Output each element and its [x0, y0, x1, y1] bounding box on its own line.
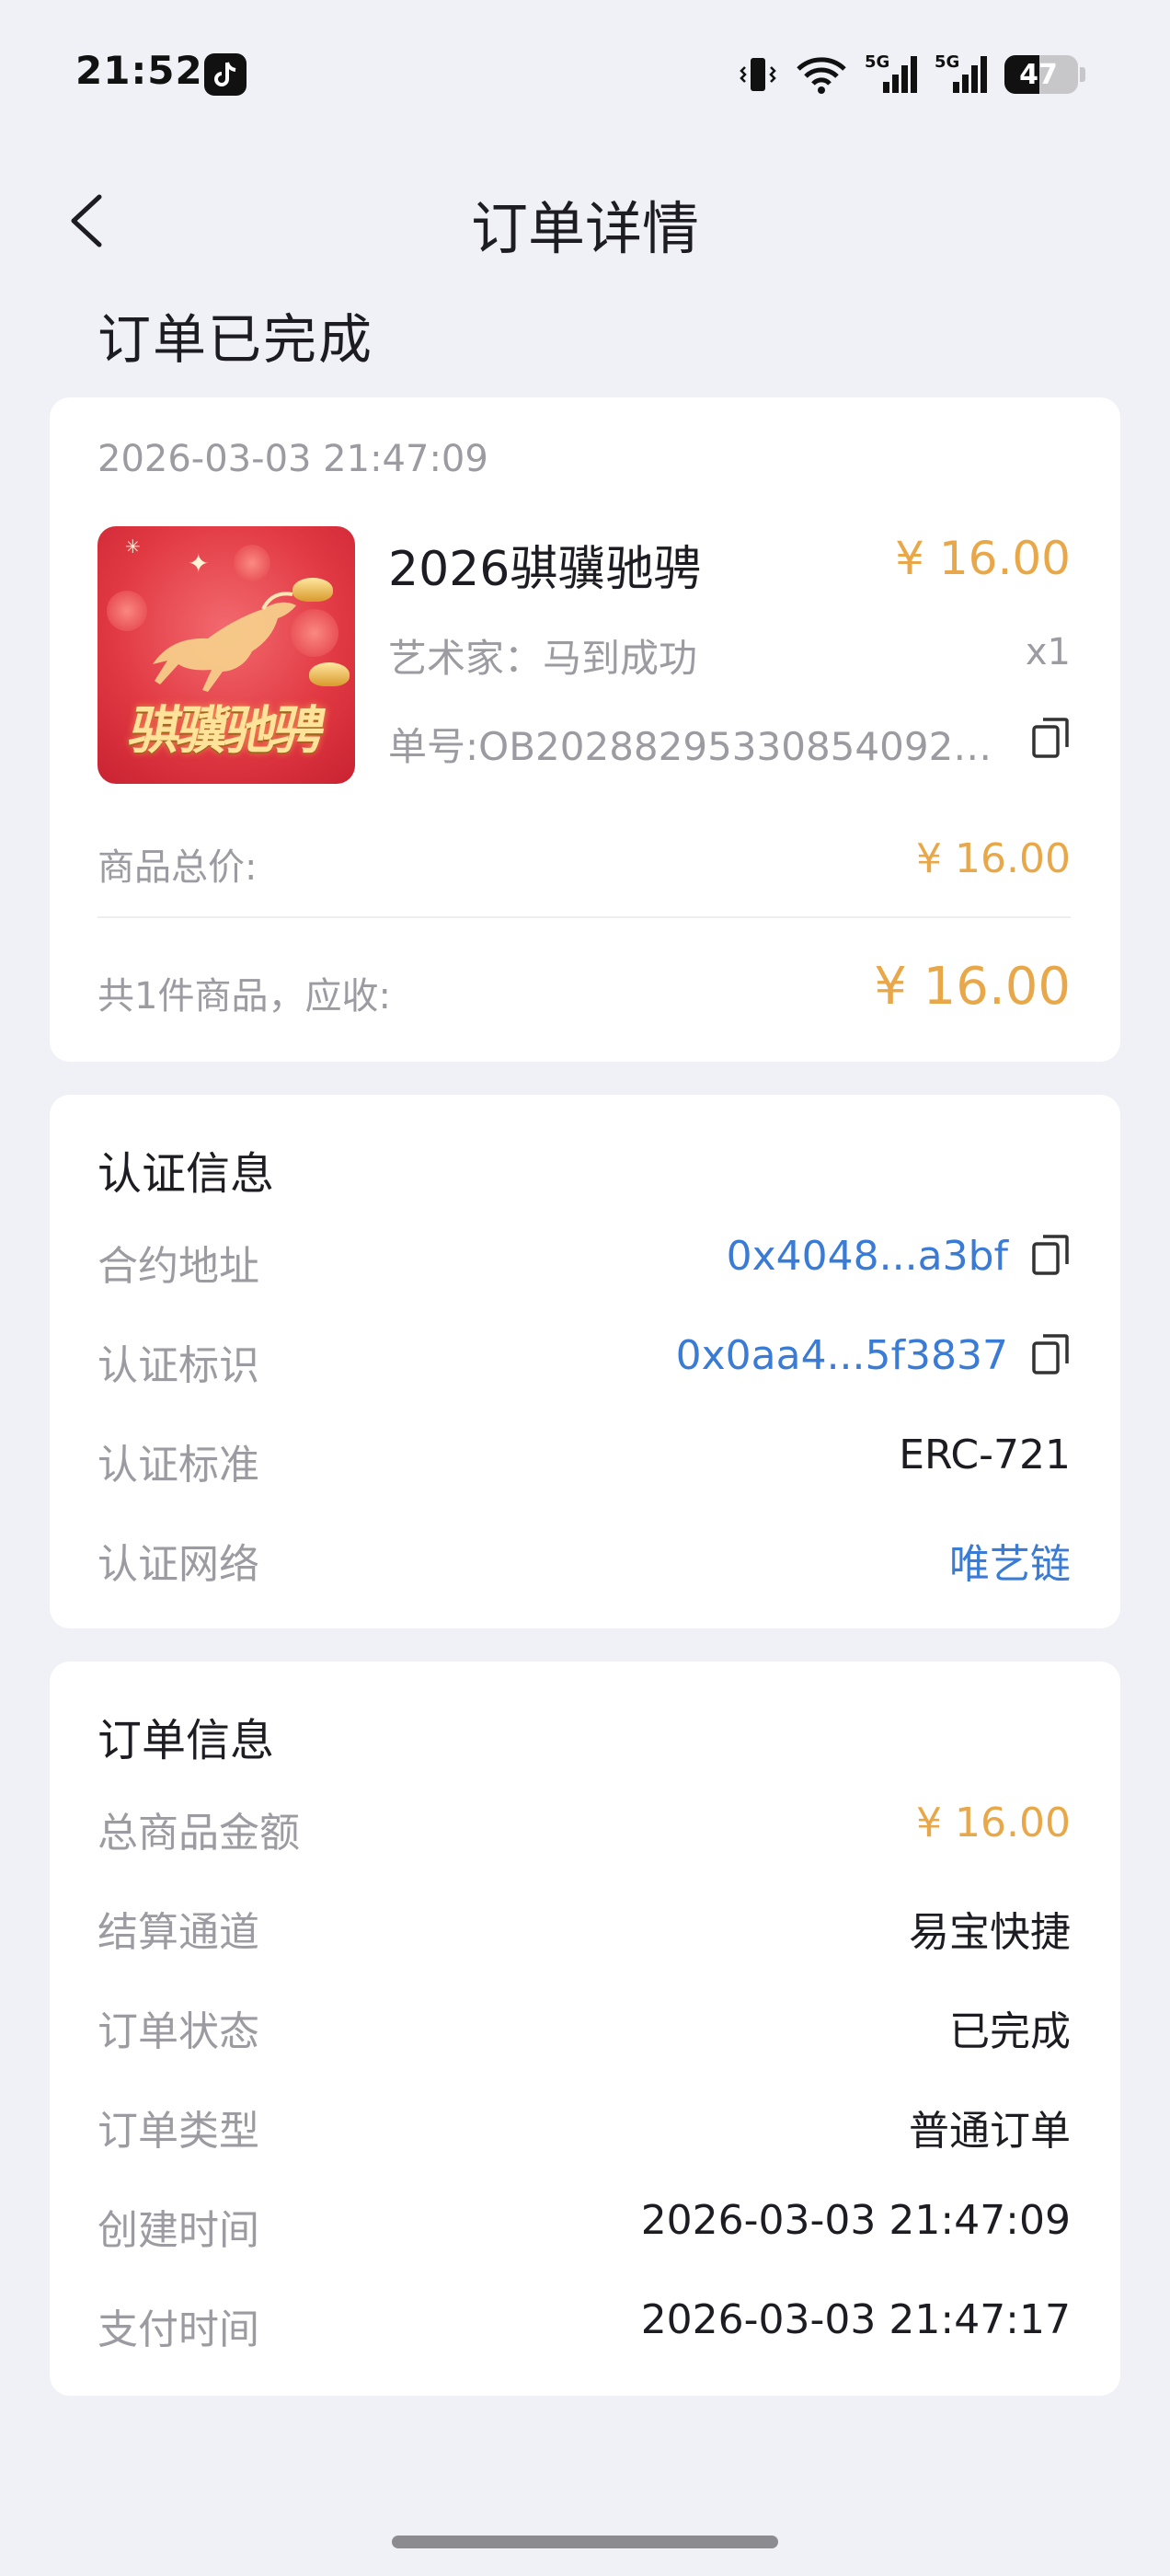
- total-amount-value: ¥ 16.00: [916, 1800, 1071, 1846]
- copy-icon[interactable]: [1030, 1233, 1071, 1277]
- order-info-title: 订单信息: [98, 1715, 275, 1766]
- product-card: 2026-03-03 21:47:09 ✦ ✳ 骐骥驰骋 2026骐骥驰骋 ¥ …: [50, 397, 1120, 1062]
- total-price-label: 商品总价:: [98, 846, 258, 889]
- copy-icon[interactable]: [1030, 716, 1071, 760]
- total-amount-label: 总商品金额: [98, 1810, 300, 1857]
- quantity-label: x1: [1025, 631, 1071, 673]
- page-title: 订单详情: [470, 195, 699, 262]
- signal-icon-1: 5G: [865, 52, 918, 95]
- order-time: 2026-03-03 21:47:09: [98, 438, 488, 480]
- vibrate-icon: [740, 58, 776, 91]
- battery-icon: 47: [1004, 55, 1078, 94]
- divider: [98, 916, 1071, 918]
- payment-channel-label: 结算通道: [98, 1909, 259, 1956]
- created-time-value: 2026-03-03 21:47:09: [640, 2197, 1071, 2244]
- order-status-heading: 订单已完成: [98, 308, 374, 371]
- payment-channel-value: 易宝快捷: [909, 1909, 1071, 1956]
- order-type-label: 订单类型: [98, 2108, 259, 2155]
- order-status-label: 订单状态: [98, 2008, 259, 2055]
- tiktok-icon: [204, 53, 247, 96]
- wifi-icon: [797, 57, 846, 94]
- order-info-card: 订单信息 总商品金额 ¥ 16.00 结算通道 易宝快捷 订单状态 已完成 订单…: [50, 1662, 1120, 2396]
- contract-address-value[interactable]: 0x4048...a3bf: [727, 1233, 1008, 1280]
- receivable-label: 共1件商品，应收:: [98, 975, 391, 1018]
- status-time: 21:52: [75, 48, 203, 93]
- created-time-label: 创建时间: [98, 2207, 259, 2254]
- sparkle-icon: ✦: [188, 548, 210, 579]
- product-price: ¥ 16.00: [895, 532, 1071, 585]
- receivable-value: ¥ 16.00: [874, 957, 1071, 1017]
- artist-label: 艺术家：马到成功: [388, 636, 698, 681]
- contract-address-label: 合约地址: [98, 1243, 259, 1290]
- token-id-value[interactable]: 0x0aa4...5f3837: [676, 1332, 1008, 1379]
- status-icons: 5G 5G 47: [738, 52, 1085, 98]
- cert-network-label: 认证网络: [98, 1541, 259, 1588]
- paid-time-value: 2026-03-03 21:47:17: [640, 2296, 1071, 2343]
- product-thumbnail[interactable]: ✦ ✳ 骐骥驰骋: [98, 526, 355, 784]
- cert-network-value[interactable]: 唯艺链: [949, 1531, 1071, 1590]
- home-indicator[interactable]: [392, 2536, 778, 2548]
- order-number: 单号:OB2028829533085409269: [388, 724, 995, 769]
- coin-decoration: [234, 545, 270, 581]
- status-bar: 21:52 5G 5G 47: [0, 0, 1170, 147]
- signal-icon-2: 5G: [935, 52, 988, 95]
- total-price-value: ¥ 16.00: [916, 835, 1071, 882]
- battery-percent: 47: [1019, 59, 1058, 91]
- thumbnail-calligraphy: 骐骥驰骋: [124, 700, 327, 761]
- paid-time-label: 支付时间: [98, 2306, 259, 2353]
- copy-icon[interactable]: [1030, 1332, 1071, 1376]
- cert-standard-label: 认证标准: [98, 1442, 259, 1489]
- order-status-value: 已完成: [949, 2008, 1071, 2055]
- cert-standard-value: ERC-721: [899, 1432, 1071, 1478]
- certification-card: 认证信息 合约地址 0x4048...a3bf 认证标识 0x0aa4...5f…: [50, 1095, 1120, 1628]
- token-id-label: 认证标识: [98, 1342, 259, 1389]
- sparkle-icon: ✳: [125, 535, 141, 558]
- product-name: 2026骐骥驰骋: [388, 542, 702, 597]
- order-type-value: 普通订单: [909, 2108, 1071, 2155]
- certification-title: 认证信息: [98, 1148, 275, 1200]
- battery-cap: [1080, 67, 1085, 82]
